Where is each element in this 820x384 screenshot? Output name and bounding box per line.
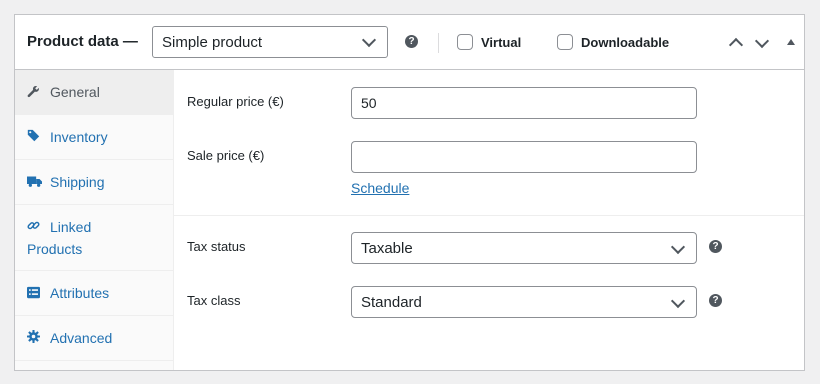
link-icon [27,221,40,230]
tax-class-value: Standard [361,294,422,311]
tab-label: Shipping [50,174,105,190]
question-circle-icon[interactable]: ? [709,294,722,307]
tab-label-line1: Linked [50,219,92,235]
tab-label: Advanced [50,330,113,346]
tab-label: Inventory [50,129,108,145]
tab-inventory[interactable]: Inventory [15,115,173,160]
regular-price-input[interactable]: 50 [351,87,697,119]
chevron-down-icon [670,239,686,255]
product-data-panel: Product data — Simple product ? Virtual … [14,14,805,371]
downloadable-label[interactable]: Downloadable [581,35,669,50]
panel-title: Product data — [27,33,138,50]
tax-status-select[interactable]: Taxable [351,232,697,264]
tab-label: General [50,84,100,100]
tab-shipping[interactable]: Shipping [15,160,173,205]
sale-price-label: Sale price (€) [187,148,265,163]
list-icon [27,286,40,299]
truck-icon [27,176,42,187]
virtual-label[interactable]: Virtual [481,35,521,50]
tab-general[interactable]: General [15,70,173,115]
downloadable-checkbox[interactable] [557,34,573,50]
tab-label: Attributes [50,285,110,301]
virtual-checkbox[interactable] [457,34,473,50]
move-down-icon[interactable] [754,33,770,49]
tax-status-value: Taxable [361,240,413,257]
tab-attributes[interactable]: Attributes [15,271,173,316]
product-type-select[interactable]: Simple product [152,26,388,58]
tax-class-label: Tax class [187,293,241,308]
sale-price-input[interactable] [351,141,697,173]
product-data-tabs: General Inventory Shipping Linked Produc… [15,70,174,370]
tag-icon [27,129,40,142]
gear-icon [27,330,40,343]
product-type-value: Simple product [162,34,263,51]
tax-class-select[interactable]: Standard [351,286,697,318]
panel-header: Product data — Simple product ? Virtual … [15,15,804,70]
tab-label-line2: Products [27,241,83,257]
chevron-down-icon [670,293,686,309]
move-up-icon[interactable] [728,37,744,53]
collapse-toggle-icon[interactable] [787,39,795,45]
tax-status-label: Tax status [187,239,246,254]
question-circle-icon[interactable]: ? [405,35,418,48]
header-separator [438,33,439,53]
regular-price-value: 50 [361,95,377,111]
general-panel: Regular price (€) 50 Sale price (€) Sche… [174,70,804,370]
schedule-link[interactable]: Schedule [351,180,409,196]
regular-price-label: Regular price (€) [187,94,284,109]
tab-linked-products[interactable]: Linked Products [15,205,173,271]
chevron-down-icon [361,32,377,48]
tab-advanced[interactable]: Advanced [15,316,173,361]
question-circle-icon[interactable]: ? [709,240,722,253]
section-divider [174,215,804,216]
wrench-icon [27,85,39,98]
